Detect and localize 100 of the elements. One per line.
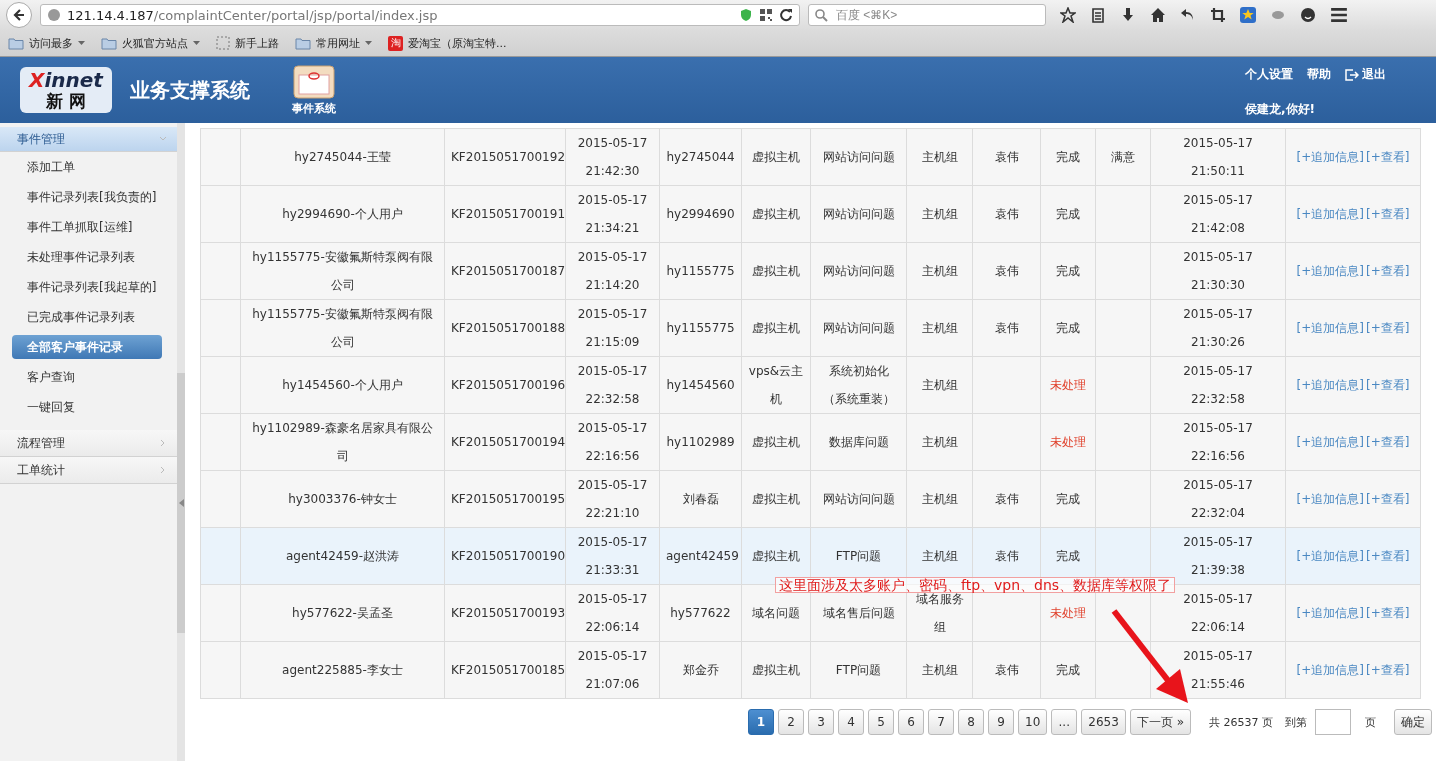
action-link[interactable]: [+查看] xyxy=(1366,549,1410,563)
table-row[interactable]: agent225885-李女士 KF2015051700185 2015-05-17 21:07:06 郑金乔 虚拟主机 FTP问题 主机组 袁伟 完成 2015-05-17 21:55:46 [+追加信息] [+查看] xyxy=(200,641,1421,699)
status-text: 完成 xyxy=(1056,492,1080,506)
sidebar-item[interactable]: 客户查询 xyxy=(12,365,162,389)
page-button[interactable]: 10 xyxy=(1018,709,1048,735)
confirm-button[interactable]: 确定 xyxy=(1394,709,1432,735)
header-link[interactable]: 帮助 xyxy=(1307,66,1331,83)
page-button[interactable]: 2 xyxy=(778,709,804,735)
sidebar-item[interactable]: 添加工单 xyxy=(12,155,162,179)
page-button[interactable]: 5 xyxy=(868,709,894,735)
address-bar[interactable]: 121.14.4.187/complaintCenter/portal/jsp/portal/index.jsp xyxy=(40,4,800,26)
action-link[interactable]: [+追加信息] xyxy=(1296,549,1364,563)
page-button[interactable]: 4 xyxy=(838,709,864,735)
sidebar-group[interactable]: 事件管理 xyxy=(0,127,177,152)
menu-icon[interactable] xyxy=(1330,6,1348,24)
sidebar-item[interactable]: 事件记录列表[我起草的] xyxy=(12,275,162,299)
action-link[interactable]: [+查看] xyxy=(1366,150,1410,164)
table-row[interactable]: hy2994690-个人用户 KF2015051700191 2015-05-17 21:34:21 hy2994690 虚拟主机 网站访问问题 主机组 袁伟 完成 2015-05-17 21:42:08 [+追加信息] [+查看] xyxy=(200,185,1421,243)
page-button[interactable]: 9 xyxy=(988,709,1014,735)
table-cell: 网站访问问题 xyxy=(822,321,895,335)
bookmark[interactable]: 常用网址 xyxy=(295,35,372,51)
action-link[interactable]: [+追加信息] xyxy=(1296,378,1364,392)
search-box[interactable]: 百度 <⌘K> xyxy=(808,4,1046,26)
page-button[interactable]: 7 xyxy=(928,709,954,735)
page-input[interactable] xyxy=(1315,709,1351,735)
table-cell: 主机组 xyxy=(921,378,958,392)
qr-code-icon[interactable] xyxy=(759,8,773,22)
sidebar-item[interactable]: 事件记录列表[我负责的] xyxy=(12,185,162,209)
page-button[interactable]: 3 xyxy=(808,709,834,735)
table-cell: hy2745044 xyxy=(666,150,735,164)
search-field[interactable]: 百度 <⌘K> xyxy=(834,7,1034,23)
table-row[interactable]: hy1155775-安徽氟斯特泵阀有限公司 KF2015051700188 2015-05-17 21:15:09 hy1155775 虚拟主机 网站访问问题 主机组 袁伟 完成 2015-05-17 21:30:26 [+追加信息] [+查看] xyxy=(200,299,1421,357)
table-cell: agent42459 xyxy=(666,549,739,563)
table-cell: 虚拟主机 xyxy=(752,264,800,278)
chevron-icon xyxy=(159,135,167,143)
back-button[interactable] xyxy=(6,2,32,28)
reload-icon[interactable] xyxy=(779,8,793,22)
page-button[interactable]: 2653 xyxy=(1081,709,1126,735)
action-link[interactable]: [+追加信息] xyxy=(1296,150,1364,164)
action-link[interactable]: [+查看] xyxy=(1366,663,1410,677)
star-icon[interactable] xyxy=(1060,7,1076,23)
table-cell: hy1155775 xyxy=(666,264,735,278)
action-link[interactable]: [+追加信息] xyxy=(1296,264,1364,278)
table-row[interactable]: hy1155775-安徽氟斯特泵阀有限公司 KF2015051700187 2015-05-17 21:14:20 hy1155775 虚拟主机 网站访问问题 主机组 袁伟 完成 2015-05-17 21:30:30 [+追加信息] [+查看] xyxy=(200,242,1421,300)
action-link[interactable]: [+追加信息] xyxy=(1296,321,1364,335)
sidebar-item[interactable]: 一键回复 xyxy=(12,395,162,419)
action-link[interactable]: [+追加信息] xyxy=(1296,606,1364,620)
status-text: 完成 xyxy=(1056,207,1080,221)
sidebar-group[interactable]: 工单统计 xyxy=(0,457,177,484)
action-link[interactable]: [+查看] xyxy=(1366,606,1410,620)
action-link[interactable]: [+查看] xyxy=(1366,492,1410,506)
sidebar-item[interactable]: 未处理事件记录列表 xyxy=(12,245,162,269)
action-link[interactable]: [+追加信息] xyxy=(1296,435,1364,449)
page-button[interactable]: 8 xyxy=(958,709,984,735)
module-tab[interactable]: 事件系统 xyxy=(292,64,336,116)
page-button[interactable]: ... xyxy=(1051,709,1078,735)
table-cell: 2015-05-17 21:34:21 xyxy=(577,193,648,235)
table-row[interactable]: hy2745044-王莹 KF2015051700192 2015-05-17 21:42:30 hy2745044 虚拟主机 网站访问问题 主机组 袁伟 完成 满意 2015-05-17 21:50:11 [+追加信息] [+查看] xyxy=(200,128,1421,186)
smiley-icon[interactable] xyxy=(1300,7,1316,23)
table-cell: 2015-05-17 21:55:46 xyxy=(1183,649,1253,691)
table-cell: hy1454560 xyxy=(666,378,735,392)
bookmark[interactable]: 火狐官方站点 xyxy=(101,35,200,51)
bookmark[interactable]: 访问最多 xyxy=(8,35,85,51)
action-link[interactable]: [+追加信息] xyxy=(1296,492,1364,506)
download-icon[interactable] xyxy=(1120,7,1136,23)
sidebar-item[interactable]: 事件工单抓取[运维] xyxy=(12,215,162,239)
action-link[interactable]: [+查看] xyxy=(1366,321,1410,335)
table-row[interactable]: hy1102989-森豪名居家具有限公司 KF2015051700194 2015-05-17 22:16:56 hy1102989 虚拟主机 数据库问题 主机组 未处理 2015-05-17 22:16:56 [+追加信息] [+查看] xyxy=(200,413,1421,471)
bookmark[interactable]: 淘 爱淘宝（原淘宝特... xyxy=(388,35,507,51)
table-cell: 主机组 xyxy=(921,264,958,278)
clipboard-icon[interactable] xyxy=(1090,7,1106,23)
action-link[interactable]: [+查看] xyxy=(1366,378,1410,392)
table-cell: hy2994690 xyxy=(666,207,735,221)
table-cell: 袁伟 xyxy=(994,492,1019,506)
action-link[interactable]: [+查看] xyxy=(1366,207,1410,221)
header-link[interactable]: 退出 xyxy=(1345,66,1386,83)
table-cell: 2015-05-17 21:15:09 xyxy=(577,307,648,349)
star-badge-icon[interactable] xyxy=(1240,7,1256,23)
page-button[interactable]: 1 xyxy=(748,709,774,735)
sidebar-item[interactable]: 已完成事件记录列表 xyxy=(12,305,162,329)
table-cell: 域名服务组 xyxy=(915,592,964,634)
action-link[interactable]: [+追加信息] xyxy=(1296,663,1364,677)
next-page-button[interactable]: 下一页 » xyxy=(1129,709,1191,735)
shield-icon xyxy=(739,8,753,22)
table-cell: KF2015051700187 xyxy=(451,264,566,278)
table-cell: KF2015051700188 xyxy=(451,321,566,335)
bookmark[interactable]: 新手上路 xyxy=(216,35,279,51)
action-link[interactable]: [+查看] xyxy=(1366,435,1410,449)
action-link[interactable]: [+查看] xyxy=(1366,264,1410,278)
crop-icon[interactable] xyxy=(1210,7,1226,23)
table-row[interactable]: hy3003376-钟女士 KF2015051700195 2015-05-17 22:21:10 刘春磊 虚拟主机 网站访问问题 主机组 袁伟 完成 2015-05-17 22:32:04 [+追加信息] [+查看] xyxy=(200,470,1421,528)
header-link[interactable]: 个人设置 xyxy=(1245,66,1293,83)
table-row[interactable]: hy1454560-个人用户 KF2015051700196 2015-05-17 22:32:58 hy1454560 vps&云主机 系统初始化（系统重装） 主机组 未处理 2015-05-17 22:32:58 [+追加信息] [+查看] xyxy=(200,356,1421,414)
action-link[interactable]: [+追加信息] xyxy=(1296,207,1364,221)
table-cell: hy3003376-钟女士 xyxy=(288,492,397,506)
page-button[interactable]: 6 xyxy=(898,709,924,735)
table-cell: 2015-05-17 21:30:30 xyxy=(1183,250,1253,292)
home-icon[interactable] xyxy=(1150,7,1166,23)
table-cell: 数据库问题 xyxy=(828,435,889,449)
sidebar-group[interactable]: 流程管理 xyxy=(0,430,177,457)
